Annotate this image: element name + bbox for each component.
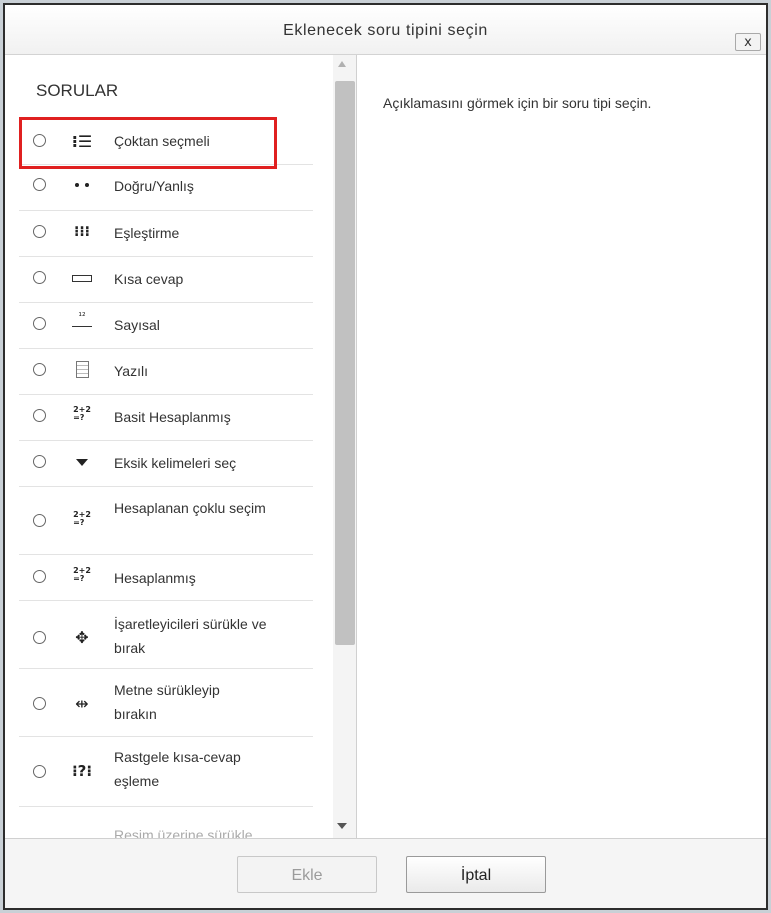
section-title: SORULAR xyxy=(36,81,119,100)
question-type-truefalse[interactable]: Doğru/Yanlış xyxy=(19,165,313,211)
description-text: Açıklamasını görmek için bir soru tipi s… xyxy=(383,95,652,111)
scroll-thumb[interactable] xyxy=(335,81,355,645)
dialog-title: Eklenecek soru tipini seçin xyxy=(283,22,488,39)
radio-truefalse[interactable] xyxy=(33,178,46,191)
radio-match[interactable] xyxy=(33,225,46,238)
calc-simple-icon: 2+2 =? xyxy=(73,405,91,422)
question-type-calculatedmulti[interactable]: 2+2 =? Hesaplanan çoklu seçim xyxy=(19,487,313,555)
cancel-button[interactable]: İptal xyxy=(406,856,546,893)
question-type-numerical[interactable]: ¹² Sayısal xyxy=(19,303,313,349)
numerical-icon: ¹² xyxy=(72,312,92,327)
radio-essay[interactable] xyxy=(33,363,46,376)
description-pane: Açıklamasını görmek için bir soru tipi s… xyxy=(357,55,766,838)
close-button[interactable]: x xyxy=(735,33,761,51)
drag-text-icon: ⇹ xyxy=(75,693,89,713)
question-type-essay[interactable]: Yazılı xyxy=(19,349,313,395)
dialog-titlebar[interactable]: Eklenecek soru tipini seçin x xyxy=(5,5,766,55)
question-type-label: Kısa cevap xyxy=(114,271,184,287)
question-type-calculated[interactable]: 2+2 =? Hesaplanmış xyxy=(19,555,313,601)
question-type-label: İşaretleyicileri sürükle ve bırak xyxy=(114,616,267,656)
short-answer-icon xyxy=(69,268,95,288)
radio-ddmarker[interactable] xyxy=(33,631,46,644)
question-type-label: Eksik kelimeleri seç xyxy=(114,455,237,471)
two-dots-icon xyxy=(69,175,95,195)
random-match-icon: ⁝?⁝ xyxy=(71,762,93,780)
list-scrollbar[interactable] xyxy=(333,55,356,838)
question-type-label: Eşleştirme xyxy=(114,225,180,241)
question-type-ddwtos[interactable]: ⇹ Metne sürükleyip bırakın xyxy=(19,669,313,737)
question-type-ddimageortext[interactable]: Resim üzerine sürükle xyxy=(19,807,313,838)
radio-multichoice[interactable] xyxy=(33,134,46,147)
radio-calculatedsimple[interactable] xyxy=(33,409,46,422)
question-type-label: Rastgele kısa-cevap eşleme xyxy=(114,749,241,789)
scroll-down-arrow-icon[interactable] xyxy=(337,823,347,829)
question-type-label: Doğru/Yanlış xyxy=(114,178,194,194)
radio-calculatedmulti[interactable] xyxy=(33,514,46,527)
matching-icon: ⁝⁝⁝ xyxy=(74,224,90,240)
question-type-label: Resim üzerine sürükle xyxy=(114,827,253,838)
radio-shortanswer[interactable] xyxy=(33,271,46,284)
calc-multi-icon: 2+2 =? xyxy=(73,510,91,527)
question-type-label: Çoktan seçmeli xyxy=(114,133,210,149)
question-type-randomsamatch[interactable]: ⁝?⁝ Rastgele kısa-cevap eşleme xyxy=(19,737,313,807)
calculated-icon: 2+2 =? xyxy=(73,566,91,583)
question-type-match[interactable]: ⁝⁝⁝ Eşleştirme xyxy=(19,211,313,257)
question-type-label: Metne sürükleyip bırakın xyxy=(114,682,220,722)
add-button[interactable]: Ekle xyxy=(237,856,377,893)
dropdown-triangle-icon xyxy=(69,452,95,472)
scroll-up-arrow-icon[interactable] xyxy=(338,61,346,67)
question-type-list-pane: SORULAR ⁝☰ Çoktan seçmeli Doğru/Yanlış ⁝… xyxy=(5,55,357,838)
question-type-calculatedsimple[interactable]: 2+2 =? Basit Hesaplanmış xyxy=(19,395,313,441)
question-type-list: SORULAR ⁝☰ Çoktan seçmeli Doğru/Yanlış ⁝… xyxy=(5,55,333,838)
question-type-dialog: Eklenecek soru tipini seçin x SORULAR ⁝☰… xyxy=(3,3,768,910)
question-type-label: Hesaplanan çoklu seçim xyxy=(114,500,266,516)
question-type-label: Yazılı xyxy=(114,363,148,379)
radio-numerical[interactable] xyxy=(33,317,46,330)
question-type-label: Basit Hesaplanmış xyxy=(114,409,231,425)
question-type-label: Hesaplanmış xyxy=(114,570,196,586)
list-icon: ⁝☰ xyxy=(71,131,93,151)
question-type-multichoice[interactable]: ⁝☰ Çoktan seçmeli xyxy=(19,117,313,165)
question-type-shortanswer[interactable]: Kısa cevap xyxy=(19,257,313,303)
question-type-gapselect[interactable]: Eksik kelimeleri seç xyxy=(19,441,313,487)
question-type-label: Sayısal xyxy=(114,317,160,333)
radio-gapselect[interactable] xyxy=(33,455,46,468)
radio-ddwtos[interactable] xyxy=(33,697,46,710)
question-type-ddmarker[interactable]: ✥ İşaretleyicileri sürükle ve bırak xyxy=(19,601,313,669)
radio-randomsamatch[interactable] xyxy=(33,765,46,778)
radio-calculated[interactable] xyxy=(33,570,46,583)
drag-markers-icon: ✥ xyxy=(75,627,89,647)
dialog-footer: Ekle İptal xyxy=(5,838,766,908)
essay-icon xyxy=(69,359,95,379)
